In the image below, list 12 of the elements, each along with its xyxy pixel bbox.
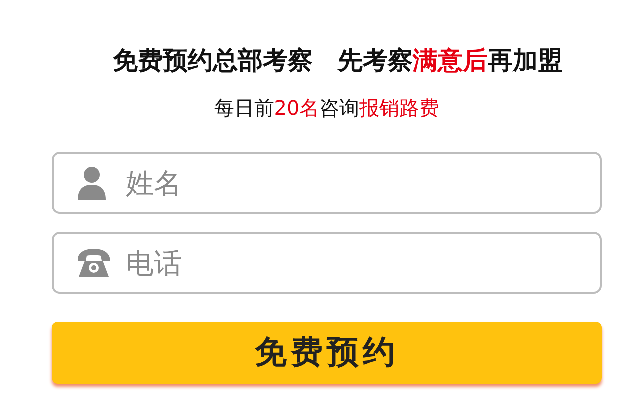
headline-text: 免费预约总部考察 先考察 — [113, 46, 413, 75]
headline-highlight: 满意后 — [413, 46, 488, 75]
person-icon — [77, 166, 107, 200]
input-field[interactable]: 姓名 — [52, 152, 602, 214]
subline-highlight: 20名 — [274, 96, 320, 120]
subline-highlight: 报销路费 — [360, 96, 440, 120]
input-field[interactable]: 电话 — [52, 232, 602, 294]
subline-text: 咨询 — [320, 96, 360, 120]
phone-icon — [77, 248, 111, 278]
headline-text: 再加盟 — [488, 46, 563, 75]
submit-button[interactable]: 免费预约 — [52, 322, 602, 384]
subline-text: 每日前 — [214, 96, 274, 120]
